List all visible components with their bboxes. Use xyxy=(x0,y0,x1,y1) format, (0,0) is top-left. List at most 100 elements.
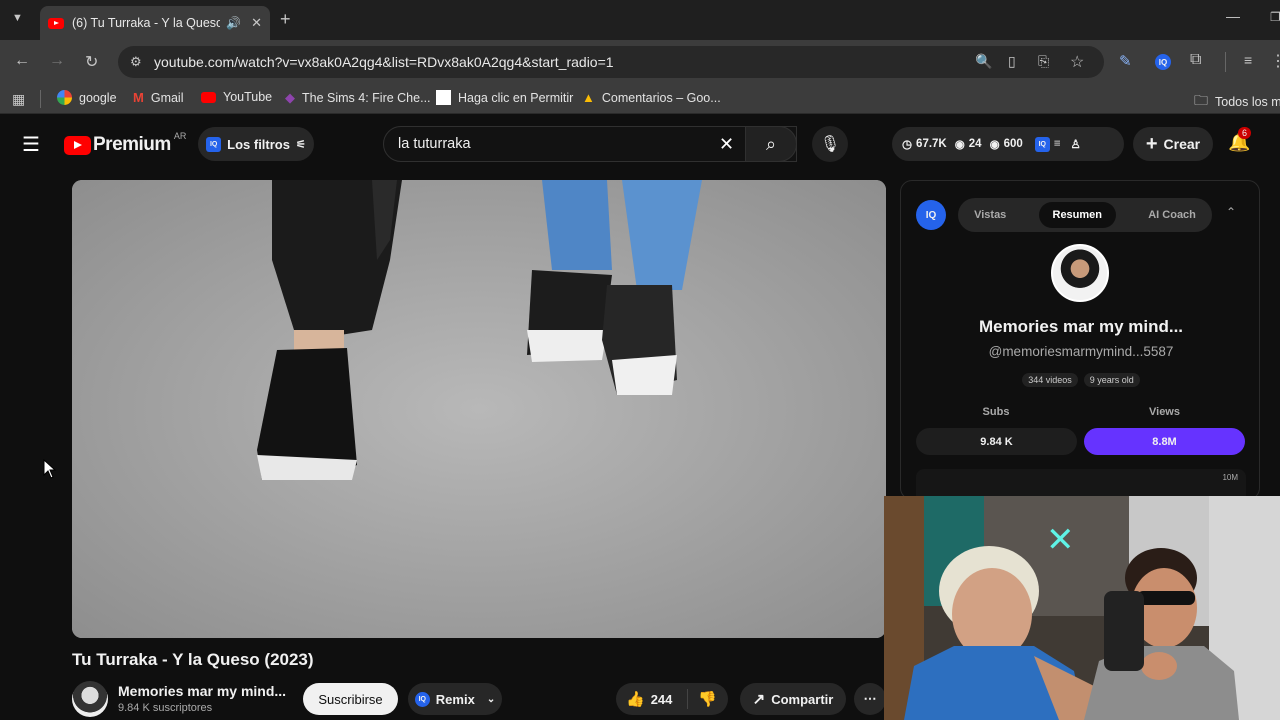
bookmark-permitir[interactable]: Haga clic en Permitir xyxy=(436,90,573,105)
search-icon: ⌕ xyxy=(765,133,777,154)
panel-channel-name: Memories mar my mind... xyxy=(978,317,1184,336)
all-bookmarks[interactable]: 🗀 Todos los m xyxy=(1194,90,1280,114)
reload-icon[interactable]: ↻ xyxy=(85,52,98,72)
plus-icon: + xyxy=(1145,132,1158,155)
subscribe-button[interactable]: Suscribirse xyxy=(303,683,398,715)
bookmark-label: YouTube xyxy=(223,90,273,104)
install-icon[interactable]: ⎘ xyxy=(1038,53,1049,70)
restore-icon[interactable]: ❐ xyxy=(1270,10,1280,24)
address-bar[interactable]: ⚙ youtube.com/watch?v=vx8ak0A2qg4&list=R… xyxy=(118,46,1104,78)
create-button[interactable]: + Crear xyxy=(1133,127,1213,161)
forward-icon[interactable]: → xyxy=(49,52,65,70)
bookmark-star-icon[interactable]: ☆ xyxy=(1070,52,1084,72)
video-frame xyxy=(72,180,886,638)
country-code: AR xyxy=(173,131,187,141)
iq-icon: IQ xyxy=(206,136,222,152)
google-icon xyxy=(57,90,72,105)
youtube-favicon xyxy=(48,17,64,29)
channel-avatar[interactable] xyxy=(72,681,108,717)
collapse-icon[interactable]: ⌃ xyxy=(1226,205,1236,219)
browser-tab[interactable]: (6) Tu Turraka - Y la Queso 🔊 ✕ xyxy=(40,6,270,40)
bookmark-label: Haga clic en Permitir xyxy=(458,90,574,105)
toolbar-divider xyxy=(1225,52,1226,72)
menu-icon[interactable]: ⋮ xyxy=(1270,51,1280,71)
close-tab-icon[interactable]: ✕ xyxy=(251,15,262,31)
notification-badge: 6 xyxy=(1238,127,1252,139)
more-actions-button[interactable]: ⋯ xyxy=(854,683,886,715)
trophy-icon[interactable]: ♙ xyxy=(1071,137,1081,151)
stat-views: 24 xyxy=(968,138,982,150)
like-count: 244 xyxy=(650,691,673,707)
search-button[interactable]: ⌕ xyxy=(745,126,797,162)
pen-extension-icon[interactable]: ✎ xyxy=(1119,52,1132,70)
minimize-icon[interactable]: — xyxy=(1226,8,1240,24)
tab-search-icon[interactable]: ▼ xyxy=(12,12,23,24)
speaker-icon[interactable]: 🔊 xyxy=(226,16,241,30)
tab-strip: ▼ (6) Tu Turraka - Y la Queso 🔊 ✕ + — ❐ xyxy=(0,0,1280,40)
webcam-overlay: ✕ xyxy=(884,496,1280,720)
tab-ai-coach[interactable]: AI Coach xyxy=(1148,209,1196,221)
iq-stats-bar: ◷ 67.7K ◉ 24 ◉ 600 IQ ≡ ♙ xyxy=(892,127,1124,161)
bookmark-youtube[interactable]: YouTube xyxy=(201,90,272,104)
like-dislike-group: 👍 244 👎 xyxy=(616,683,728,715)
page-icon[interactable]: ▯ xyxy=(1008,53,1016,70)
remix-button[interactable]: IQ Remix ⌄ xyxy=(408,683,502,715)
bookmark-sims[interactable]: ◆ The Sims 4: Fire Che... xyxy=(285,90,431,106)
drive-icon: ▲ xyxy=(582,90,595,105)
sliders-icon: ⚟ xyxy=(295,138,306,151)
stat-watch: 67.7K xyxy=(916,138,947,150)
youtube-icon xyxy=(201,91,216,103)
hamburger-menu-icon[interactable]: ☰ xyxy=(22,132,40,157)
logo-text: Premium xyxy=(93,134,171,155)
bookmark-gmail[interactable]: M Gmail xyxy=(133,90,184,105)
media-icon[interactable]: ≡ xyxy=(1244,52,1252,68)
create-label: Crear xyxy=(1163,136,1201,152)
stat-count: 600 xyxy=(1003,138,1023,150)
subs-toggle[interactable]: 9.84 K xyxy=(916,428,1077,455)
extensions-icon[interactable]: ⧉ xyxy=(1190,51,1201,69)
share-button[interactable]: ↗ Compartir xyxy=(740,683,846,715)
notifications-button[interactable]: 🔔 6 xyxy=(1228,127,1252,153)
chevron-down-icon: ⌄ xyxy=(486,693,496,705)
iq-stats-icon[interactable]: IQ xyxy=(1034,136,1050,152)
video-count-badge: 344 videos xyxy=(1022,373,1078,387)
views-toggle[interactable]: 8.8M xyxy=(1084,428,1245,455)
youtube-premium-logo[interactable]: Premium AR xyxy=(64,131,187,156)
bookmark-label: google xyxy=(79,90,117,105)
subs-value: 9.84 K xyxy=(980,435,1013,448)
subscriber-count: 9.84 K suscriptores xyxy=(118,702,213,714)
sims-icon: ◆ xyxy=(285,90,295,105)
youtube-play-icon xyxy=(64,135,91,155)
bookmark-comentarios[interactable]: ▲ Comentarios – Goo... xyxy=(582,90,721,105)
folder-icon: 🗀 xyxy=(1194,92,1208,108)
filters-button[interactable]: IQ Los filtros ⚟ xyxy=(198,127,314,161)
panel-channel-avatar[interactable] xyxy=(1051,244,1109,302)
channel-name[interactable]: Memories mar my mind... xyxy=(118,683,286,699)
views-chart: 10M xyxy=(916,469,1246,499)
tab-vistas[interactable]: Vistas xyxy=(974,209,1006,221)
site-info-icon[interactable]: ⚙ xyxy=(130,54,142,70)
panel-handle: @memoriesmarmymind...5587 xyxy=(988,344,1174,359)
apps-icon[interactable]: ▦ xyxy=(12,91,25,108)
thumbs-down-icon[interactable]: 👎 xyxy=(698,690,717,708)
browser-toolbar: ← → ↻ ⚙ youtube.com/watch?v=vx8ak0A2qg4&… xyxy=(0,40,1280,84)
video-player[interactable] xyxy=(72,180,886,638)
tab-resumen[interactable]: Resumen xyxy=(1038,202,1117,228)
like-button[interactable]: 👍 244 xyxy=(616,689,688,709)
clear-search-icon[interactable]: ✕ xyxy=(719,134,734,155)
back-icon[interactable]: ← xyxy=(14,52,30,70)
new-tab-icon[interactable]: + xyxy=(280,9,291,30)
bookmarks-divider xyxy=(40,90,41,108)
youtube-header: ☰ Premium AR IQ Los filtros ⚟ la tuturra… xyxy=(0,114,1280,174)
voice-search-button[interactable]: 🎙 xyxy=(812,126,848,162)
iq-extension-icon[interactable]: IQ xyxy=(1155,54,1171,70)
list-icon[interactable]: ≡ xyxy=(1054,138,1061,150)
subs-label: Subs xyxy=(982,406,1010,418)
views-value: 8.8M xyxy=(1152,435,1177,448)
bookmark-label: The Sims 4: Fire Che... xyxy=(302,91,431,105)
bookmarks-bar: ▦ google M Gmail YouTube ◆ The Sims 4: F… xyxy=(0,84,1280,114)
zoom-icon[interactable]: 🔍 xyxy=(975,53,992,70)
bookmark-google[interactable]: google xyxy=(57,90,117,105)
search-input[interactable]: la tuturraka ✕ xyxy=(383,126,797,162)
subscribe-label: Suscribirse xyxy=(318,691,383,707)
